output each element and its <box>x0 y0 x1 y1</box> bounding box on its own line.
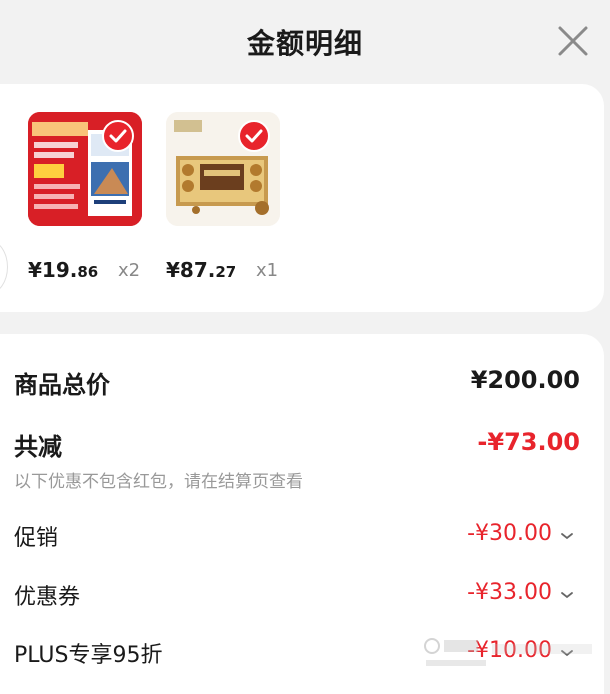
coupon-label: 优惠券 <box>14 585 81 610</box>
close-icon[interactable] <box>556 24 590 58</box>
plus-discount-label: PLUS专享95折 <box>14 643 163 668</box>
product-1-price-decimal: 86 <box>77 263 99 281</box>
coupon-chevron-down-icon[interactable] <box>560 590 574 600</box>
product-1-price-main: ¥19. <box>28 258 78 282</box>
watermark-logo <box>424 638 592 666</box>
product-2-quantity: x1 <box>256 260 279 281</box>
page-title: 金额明细 <box>246 27 363 60</box>
product-2-price: ¥87.27 <box>166 258 236 282</box>
header: 金额明细 <box>0 0 610 82</box>
total-discount-label: 共减 <box>14 433 62 461</box>
product-2-selected-check-icon[interactable] <box>238 120 270 152</box>
product-1-price: ¥19.86 <box>28 258 98 282</box>
promotion-chevron-down-icon[interactable] <box>560 531 574 541</box>
product-1-quantity: x2 <box>118 260 141 281</box>
total-discount-value: -¥73.00 <box>477 428 580 456</box>
coupon-value[interactable]: -¥33.00 <box>467 580 552 605</box>
product-2-price-decimal: 27 <box>215 263 237 281</box>
product-1-selected-check-icon[interactable] <box>102 120 134 152</box>
product-2-price-main: ¥87. <box>166 258 216 282</box>
promotion-label: 促销 <box>14 526 59 551</box>
total-price-value: ¥200.00 <box>470 366 580 394</box>
discount-note: 以下优惠不包含红包，请在结算页查看 <box>14 472 303 492</box>
promotion-value[interactable]: -¥30.00 <box>467 521 552 546</box>
total-price-label: 商品总价 <box>14 371 110 399</box>
